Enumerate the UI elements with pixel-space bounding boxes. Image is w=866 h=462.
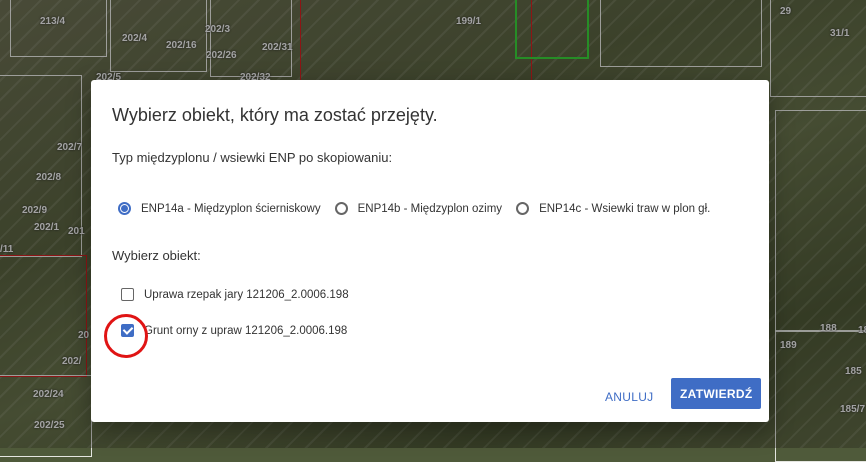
- confirm-button[interactable]: ZATWIERDŹ: [671, 378, 762, 409]
- radio-enp14c-label[interactable]: ENP14c - Wsiewki traw w plon gł.: [539, 203, 710, 215]
- cancel-button[interactable]: ANULUJ: [599, 386, 659, 408]
- radio-enp14b[interactable]: [334, 202, 348, 215]
- highlight-circle-annotation: [104, 314, 148, 358]
- select-object-dialog: Wybierz obiekt, który ma zostać przejęty…: [91, 80, 769, 422]
- dialog-title: Wybierz obiekt, który ma zostać przejęty…: [112, 105, 438, 125]
- radio-enp14b-label[interactable]: ENP14b - Międzyplon ozimy: [358, 203, 502, 215]
- radio-enp14c[interactable]: [516, 202, 530, 215]
- intercrop-type-radio-group: ENP14a - Międzyplon ścierniskowy ENP14b …: [118, 202, 724, 215]
- object-label-rzepak[interactable]: Uprawa rzepak jary 121206_2.0006.198: [144, 289, 349, 301]
- object-label-grunt[interactable]: Grunt orny z upraw 121206_2.0006.198: [144, 325, 347, 337]
- object-checkbox-rzepak[interactable]: [121, 288, 134, 301]
- radio-enp14a-label[interactable]: ENP14a - Międzyplon ścierniskowy: [141, 203, 321, 215]
- radio-enp14a[interactable]: [118, 202, 131, 215]
- intercrop-type-label: Typ międzyplonu / wsiewki ENP po skopiow…: [112, 150, 393, 165]
- object-option-grunt[interactable]: Grunt orny z upraw 121206_2.0006.198: [121, 324, 347, 337]
- object-option-rzepak[interactable]: Uprawa rzepak jary 121206_2.0006.198: [121, 288, 349, 301]
- select-object-label: Wybierz obiekt:: [112, 248, 201, 263]
